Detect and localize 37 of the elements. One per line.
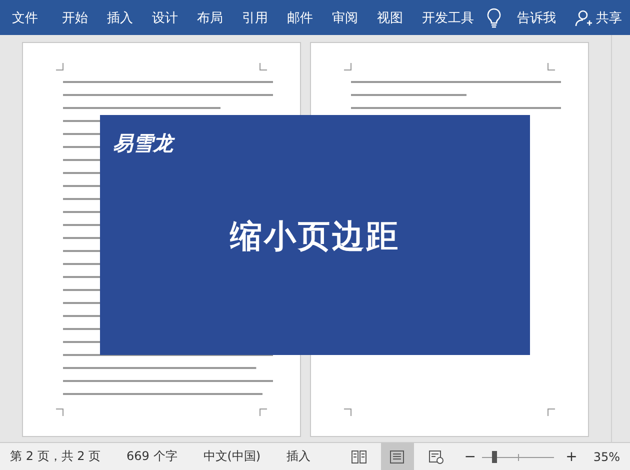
- margin-corner-icon: [259, 63, 267, 71]
- ribbon-tab[interactable]: 视图: [377, 8, 403, 26]
- word-count: 669 个字: [126, 448, 178, 465]
- web-page-icon: [428, 450, 444, 464]
- ribbon-tab[interactable]: 文件: [12, 8, 38, 26]
- ribbon-tab[interactable]: 开始: [62, 8, 88, 26]
- margin-corner-icon: [547, 408, 555, 416]
- margin-corner-icon: [547, 63, 555, 71]
- banner-title: 缩小页边距: [228, 216, 401, 257]
- page-icon: [389, 450, 406, 464]
- person-add-icon: [575, 8, 593, 26]
- ribbon-tab[interactable]: 开发工具: [422, 8, 474, 26]
- book-icon: [350, 450, 367, 464]
- tell-me-field[interactable]: 告诉我: [517, 8, 556, 26]
- print-layout-button[interactable]: [381, 443, 414, 470]
- ribbon-tab[interactable]: 插入: [107, 8, 133, 26]
- insert-mode-label[interactable]: 插入: [286, 448, 311, 465]
- margin-corner-icon: [259, 408, 267, 416]
- ribbon-tab[interactable]: 布局: [197, 8, 223, 26]
- ribbon-tab[interactable]: 设计: [152, 8, 178, 26]
- zoom-slider[interactable]: [482, 450, 554, 464]
- margin-corner-icon: [56, 408, 64, 416]
- logo-text: 易雪龙: [113, 130, 173, 157]
- share-button[interactable]: 共享: [575, 8, 622, 26]
- ribbon-tab[interactable]: 审阅: [332, 8, 358, 26]
- zoom-out-button[interactable]: −: [464, 448, 476, 464]
- slider-thumb[interactable]: [492, 450, 498, 462]
- lightbulb-icon: [487, 8, 501, 28]
- zoom-percentage[interactable]: 35%: [593, 450, 620, 464]
- language-label[interactable]: 中文(中国): [203, 448, 261, 465]
- ribbon-tab[interactable]: 邮件: [287, 8, 313, 26]
- margin-corner-icon: [56, 63, 64, 71]
- margin-corner-icon: [344, 408, 352, 416]
- margin-corner-icon: [344, 63, 352, 71]
- ribbon-tab[interactable]: 引用: [242, 8, 268, 26]
- zoom-in-button[interactable]: +: [566, 448, 578, 464]
- page-count: 第 2 页，共 2 页: [10, 448, 101, 465]
